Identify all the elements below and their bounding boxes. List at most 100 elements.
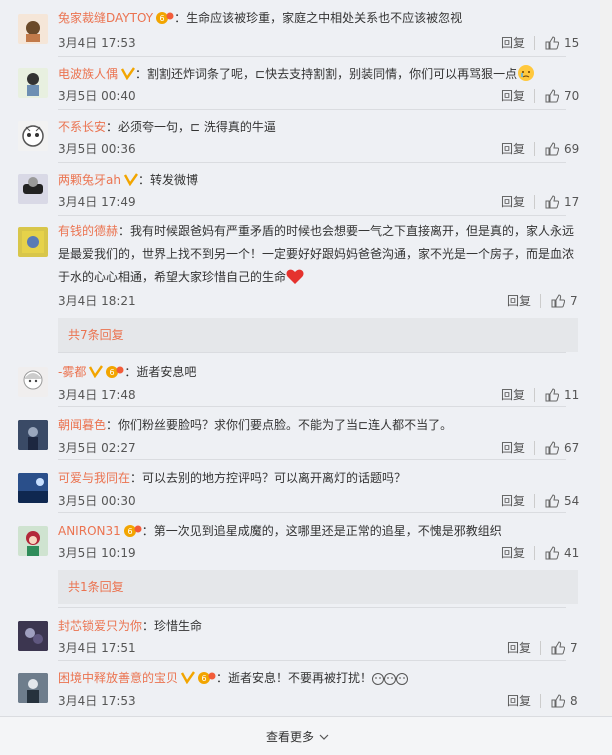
- like-button[interactable]: 67: [545, 440, 579, 456]
- avatar[interactable]: [18, 473, 48, 503]
- thumbs-up-icon: [545, 441, 559, 455]
- thumbs-up-icon: [545, 142, 559, 156]
- reply-button[interactable]: 回复: [501, 88, 525, 104]
- separator: [58, 109, 566, 110]
- divider: [534, 494, 535, 508]
- comment-text: 逝者安息吧: [136, 365, 197, 379]
- avatar[interactable]: [18, 673, 48, 703]
- comment-text: 可以去别的地方控评吗？可以离开离灯的话题吗？: [142, 471, 407, 485]
- timestamp: 3月5日 00:36: [58, 142, 136, 156]
- like-button[interactable]: 70: [545, 88, 579, 104]
- heart-icon: [286, 269, 304, 284]
- divider: [540, 694, 541, 708]
- comment-text: 你们粉丝要脸吗？求你们要点脸。不能为了当⊏连人都不当了。: [118, 418, 453, 432]
- like-count: 7: [570, 294, 578, 308]
- avatar[interactable]: [18, 420, 48, 450]
- username[interactable]: 不系长安: [58, 120, 106, 134]
- timestamp: 3月4日 17:48: [58, 388, 136, 402]
- more-replies-link[interactable]: 共1条回复: [58, 570, 578, 604]
- reply-button[interactable]: 回复: [501, 141, 525, 157]
- timestamp: 3月4日 17:53: [58, 36, 136, 50]
- like-button[interactable]: 8: [551, 693, 578, 709]
- separator: [58, 660, 566, 661]
- like-button[interactable]: 69: [545, 141, 579, 157]
- timestamp: 3月4日 18:21: [58, 294, 136, 308]
- like-button[interactable]: 11: [545, 387, 579, 403]
- avatar[interactable]: [18, 367, 48, 397]
- reply-button[interactable]: 回复: [507, 640, 531, 656]
- divider: [534, 142, 535, 156]
- thumbs-up-icon: [551, 694, 565, 708]
- like-count: 70: [564, 89, 580, 103]
- like-count: 69: [564, 142, 580, 156]
- thumbs-up-icon: [545, 36, 559, 50]
- footer-bar: 查看更多: [0, 716, 612, 755]
- thumbs-up-icon: [545, 195, 559, 209]
- like-button[interactable]: 17: [545, 194, 579, 210]
- timestamp: 3月4日 17:51: [58, 641, 136, 655]
- timestamp: 3月5日 00:30: [58, 494, 136, 508]
- more-replies-link[interactable]: 共7条回复: [58, 318, 578, 352]
- username[interactable]: 朝闻暮色: [58, 418, 106, 432]
- svg-text:6: 6: [201, 674, 206, 683]
- timestamp: 3月5日 02:27: [58, 441, 136, 455]
- scrollbar[interactable]: [600, 0, 612, 716]
- separator: [58, 56, 566, 57]
- timestamp: 3月4日 17:53: [58, 694, 136, 708]
- svg-text:6: 6: [160, 14, 165, 23]
- username[interactable]: -雾都: [58, 365, 86, 379]
- like-count: 54: [564, 494, 580, 508]
- avatar[interactable]: [18, 68, 48, 98]
- reply-button[interactable]: 回复: [501, 35, 525, 51]
- svg-text:6: 6: [127, 527, 132, 536]
- separator: [58, 607, 566, 608]
- verified-badge-icon: [181, 671, 195, 684]
- username[interactable]: 有钱的德赫: [58, 224, 118, 238]
- reply-button[interactable]: 回复: [507, 293, 531, 309]
- like-button[interactable]: 7: [551, 640, 578, 656]
- thumbs-up-icon: [551, 641, 565, 655]
- avatar[interactable]: [18, 227, 48, 257]
- view-more-button[interactable]: 查看更多: [266, 728, 330, 745]
- timestamp: 3月5日 10:19: [58, 546, 136, 560]
- reply-button[interactable]: 回复: [501, 194, 525, 210]
- reply-button[interactable]: 回复: [501, 493, 525, 509]
- thumbs-up-icon: [545, 494, 559, 508]
- divider: [534, 546, 535, 560]
- vip-icon: 6: [123, 525, 142, 537]
- avatar[interactable]: [18, 14, 48, 44]
- username[interactable]: 兔家裁缝DAYTOY: [58, 11, 153, 25]
- username[interactable]: 可爱与我同在: [58, 471, 130, 485]
- comment-text: 第一次见到追星成魔的，这哪里还是正常的追星，不愧是邪教组织: [153, 524, 502, 538]
- separator: [58, 215, 566, 216]
- vip-icon: 6: [106, 366, 124, 378]
- avatar[interactable]: [18, 174, 48, 204]
- avatar[interactable]: [18, 121, 48, 151]
- divider: [534, 89, 535, 103]
- like-button[interactable]: 41: [545, 545, 579, 561]
- like-count: 7: [570, 641, 578, 655]
- separator: [58, 162, 566, 163]
- avatar[interactable]: [18, 621, 48, 651]
- like-button[interactable]: 7: [551, 293, 578, 309]
- divider: [534, 388, 535, 402]
- comment-text: 生命应该被珍重，家庭之中相处关系也不应该被忽视: [186, 11, 463, 25]
- verified-badge-icon: [121, 67, 135, 80]
- username[interactable]: 两颗兔牙ah: [58, 173, 121, 187]
- username[interactable]: 困境中释放善意的宝贝: [58, 671, 178, 685]
- avatar[interactable]: [18, 526, 48, 556]
- comment-text: 必须夸一句，⊏ 洗得真的牛逼: [118, 120, 276, 134]
- comment-text: 逝者安息！不要再被打扰！: [228, 671, 373, 685]
- like-button[interactable]: 54: [545, 493, 579, 509]
- username[interactable]: 电波族人偶: [58, 67, 118, 81]
- like-button[interactable]: 15: [545, 35, 579, 51]
- reply-button[interactable]: 回复: [501, 440, 525, 456]
- reply-button[interactable]: 回复: [501, 545, 525, 561]
- reply-button[interactable]: 回复: [501, 387, 525, 403]
- comment-text: 珍惜生命: [154, 619, 203, 633]
- username[interactable]: ANIRON31: [58, 524, 121, 538]
- reply-button[interactable]: 回复: [507, 693, 531, 709]
- username[interactable]: 封芯锁爱只为你: [58, 619, 142, 633]
- divider: [540, 294, 541, 308]
- vip-icon: 6: [156, 12, 174, 24]
